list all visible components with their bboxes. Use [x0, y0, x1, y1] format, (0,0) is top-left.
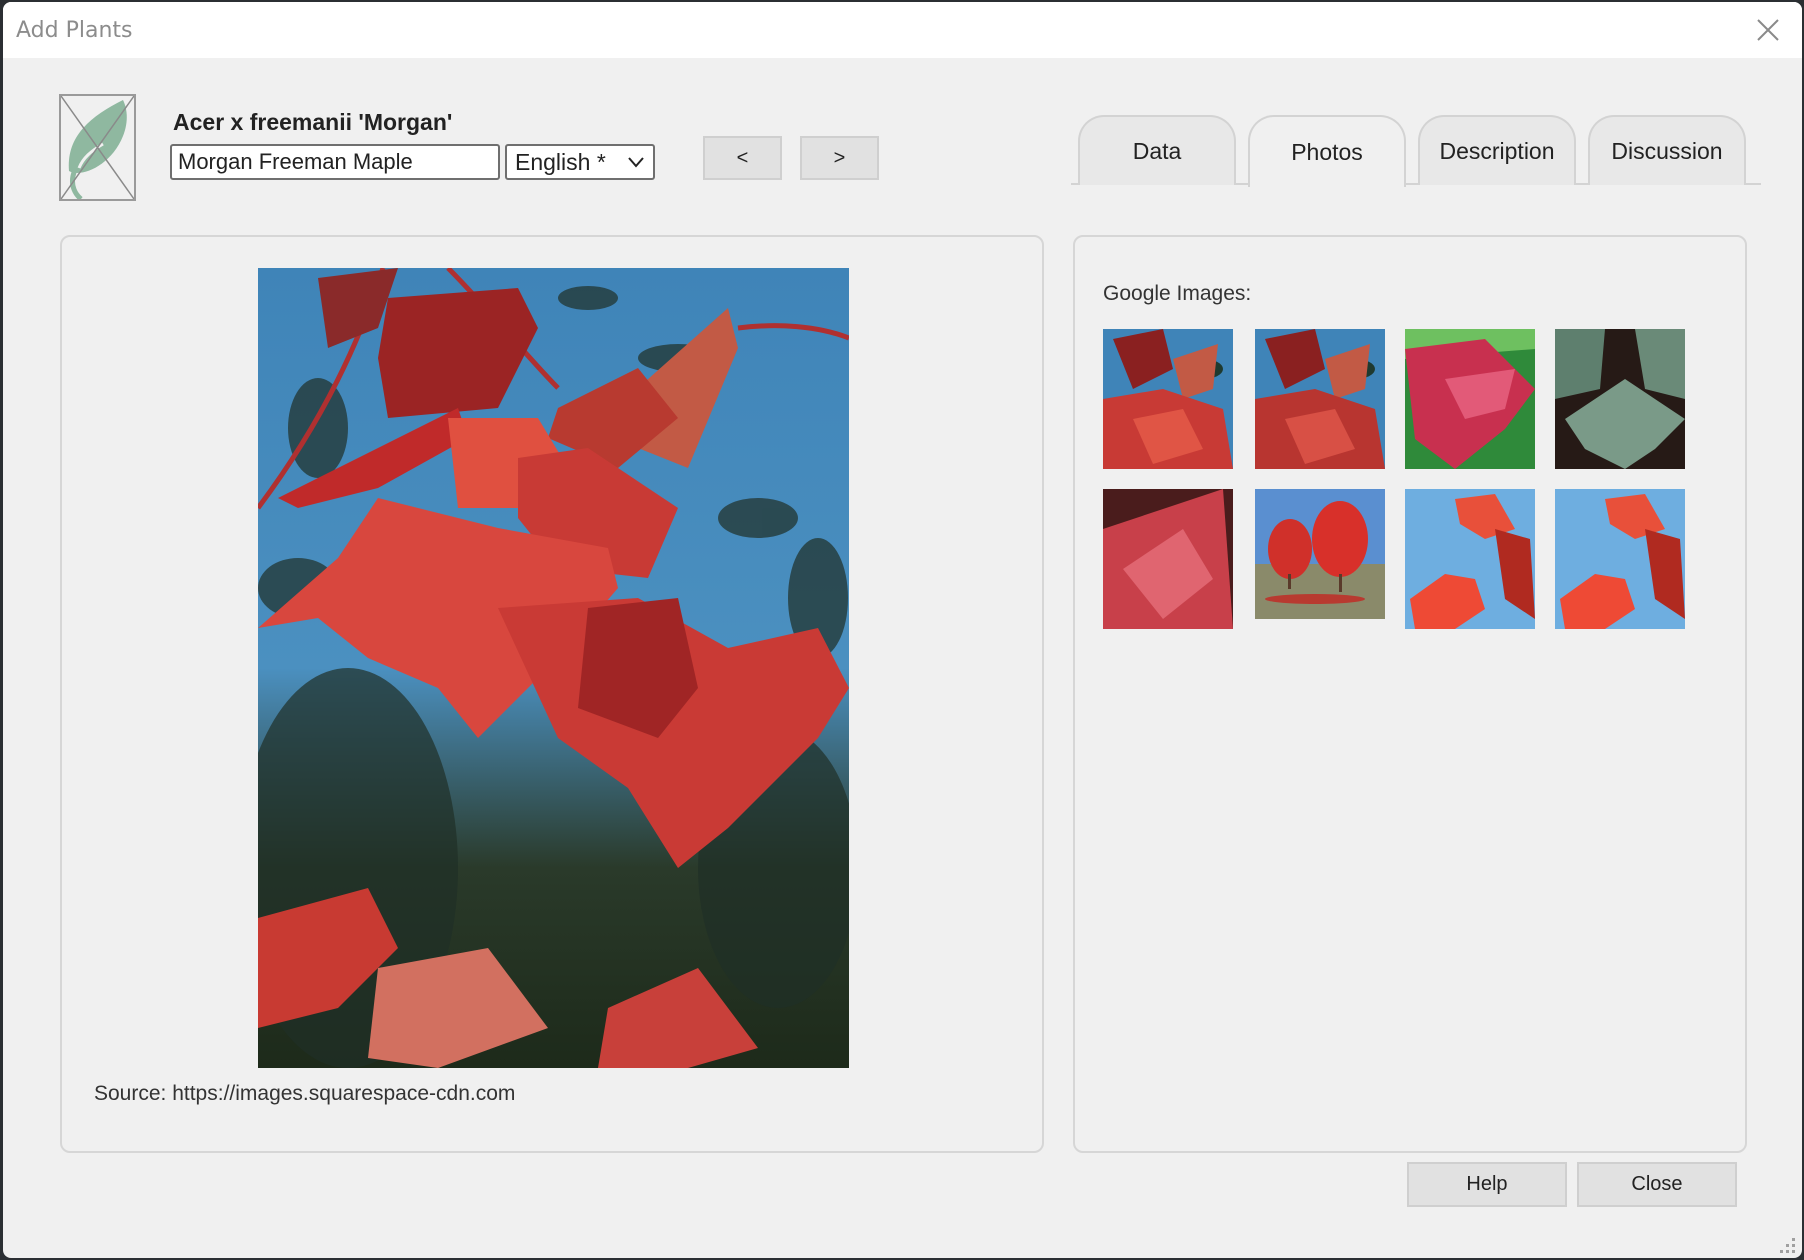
- common-name-input[interactable]: [170, 144, 500, 180]
- tab-discussion[interactable]: Discussion: [1588, 115, 1746, 185]
- thumbnail-1[interactable]: [1103, 329, 1233, 469]
- tab-data[interactable]: Data: [1078, 115, 1236, 185]
- thumbnail-2[interactable]: [1255, 329, 1385, 469]
- next-plant-button[interactable]: >: [800, 136, 879, 180]
- photo-source: Source: https://images.squarespace-cdn.c…: [94, 1082, 516, 1105]
- window-title: Add Plants: [16, 18, 133, 43]
- close-icon[interactable]: [1754, 16, 1782, 44]
- tab-description[interactable]: Description: [1418, 115, 1576, 185]
- leaf-placeholder-icon: [59, 94, 136, 201]
- thumbnail-7[interactable]: [1405, 489, 1535, 629]
- add-plants-dialog: Add Plants Acer x freemanii 'Morgan' Eng…: [3, 2, 1802, 1258]
- tab-photos[interactable]: Photos: [1248, 115, 1406, 187]
- google-images-label: Google Images:: [1103, 282, 1252, 305]
- thumbnail-8[interactable]: [1555, 489, 1685, 629]
- thumbnail-6[interactable]: [1255, 489, 1385, 619]
- chevron-down-icon: [628, 157, 644, 168]
- close-button[interactable]: Close: [1577, 1162, 1737, 1207]
- language-select[interactable]: English *: [505, 144, 655, 180]
- thumbnail-3[interactable]: [1405, 329, 1535, 469]
- google-images-panel: Google Images:: [1073, 235, 1747, 1153]
- photo-panel: Source: https://images.squarespace-cdn.c…: [60, 235, 1044, 1153]
- title-bar: Add Plants: [3, 2, 1802, 58]
- thumbnail-4[interactable]: [1555, 329, 1685, 469]
- help-button[interactable]: Help: [1407, 1162, 1567, 1207]
- thumbnail-5[interactable]: [1103, 489, 1233, 629]
- language-value: English *: [515, 149, 606, 175]
- main-photo[interactable]: [258, 268, 849, 1068]
- previous-plant-button[interactable]: <: [703, 136, 782, 180]
- resize-grip-icon[interactable]: [1778, 1236, 1796, 1254]
- scientific-name: Acer x freemanii 'Morgan': [173, 109, 453, 135]
